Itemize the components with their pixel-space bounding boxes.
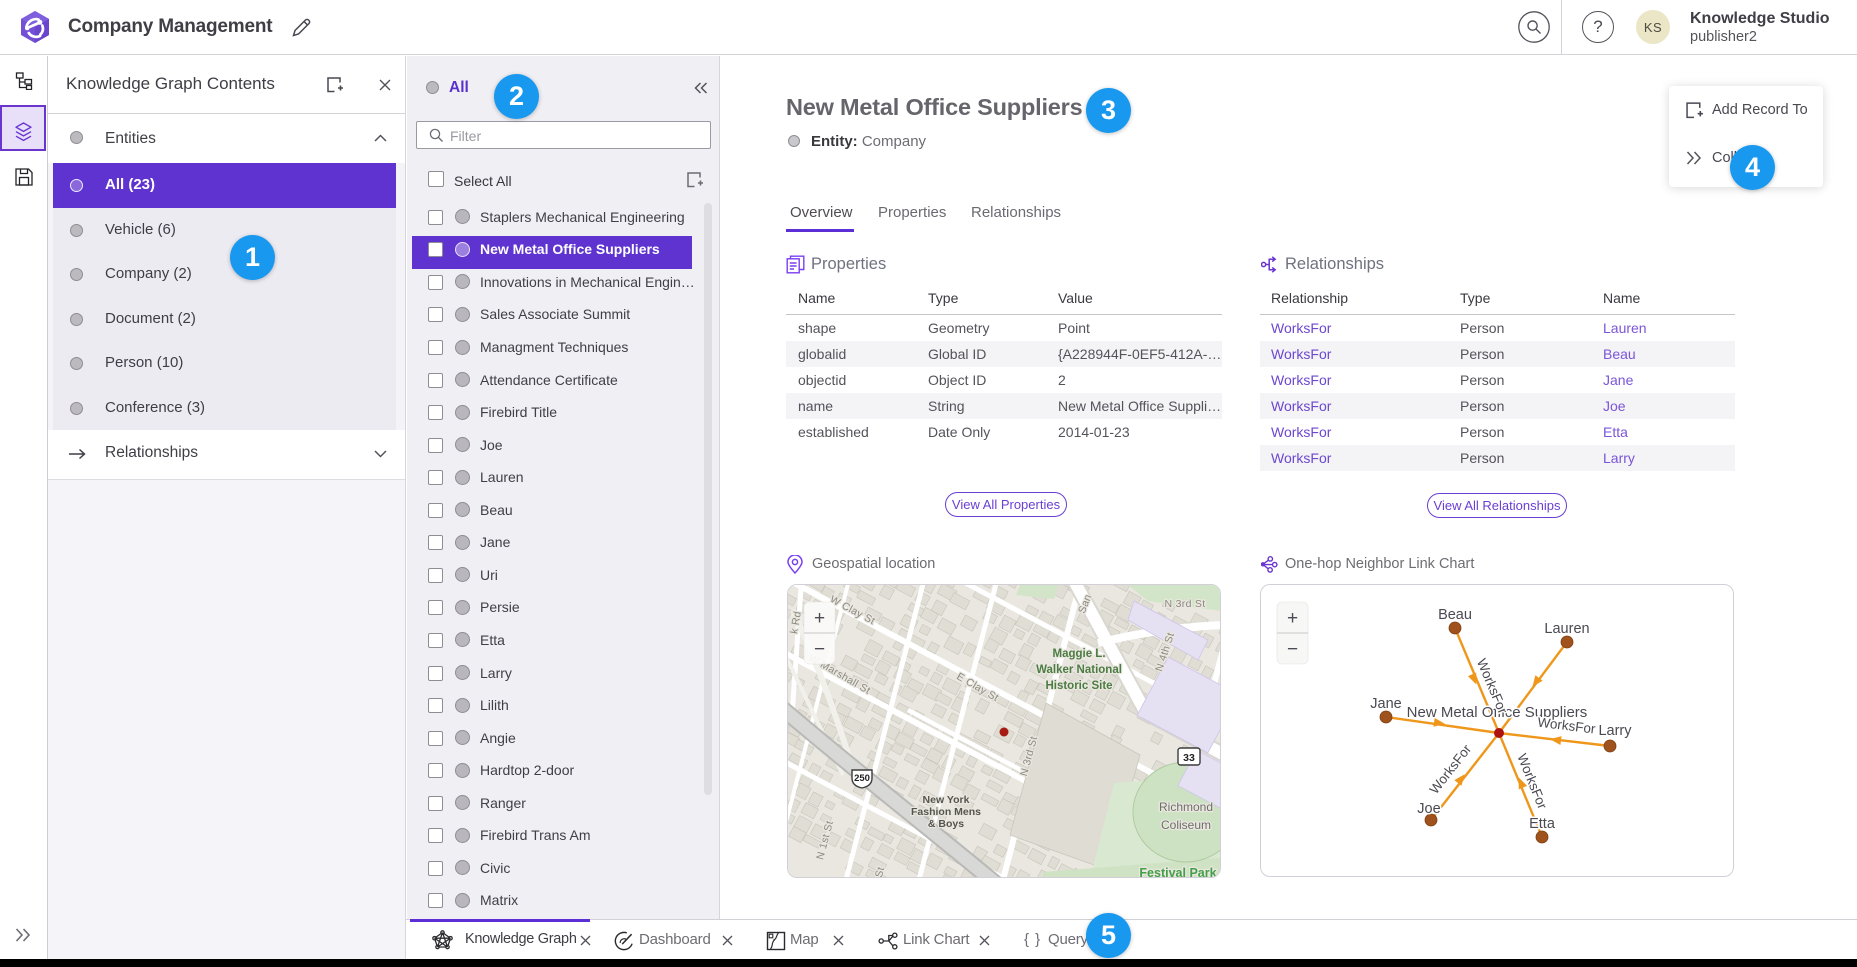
svg-text:Jane: Jane xyxy=(1370,696,1401,712)
svg-text:Historic Site: Historic Site xyxy=(1045,680,1112,692)
svg-text:WorksFor: WorksFor xyxy=(1427,741,1475,797)
svg-text:Fashion Mens: Fashion Mens xyxy=(911,806,981,818)
svg-text:Walker National: Walker National xyxy=(1036,664,1122,676)
svg-text:Joe: Joe xyxy=(1417,801,1440,817)
svg-text:N 3rd St: N 3rd St xyxy=(1165,598,1206,610)
svg-text:+: + xyxy=(814,608,825,629)
svg-text:Etta: Etta xyxy=(1529,816,1556,832)
svg-text:WorksFor: WorksFor xyxy=(1537,715,1597,737)
svg-text:Richmond: Richmond xyxy=(1159,800,1213,814)
svg-text:Lauren: Lauren xyxy=(1544,621,1589,637)
svg-text:33: 33 xyxy=(1183,752,1195,764)
svg-text:Beau: Beau xyxy=(1438,607,1472,623)
svg-text:+: + xyxy=(1287,608,1298,629)
svg-text:−: − xyxy=(1287,639,1298,660)
svg-text:Maggie L.: Maggie L. xyxy=(1052,648,1105,660)
svg-text:−: − xyxy=(814,639,825,660)
svg-text:& Boys: & Boys xyxy=(928,818,964,830)
svg-text:250: 250 xyxy=(854,773,870,784)
svg-text:Festival Park: Festival Park xyxy=(1139,866,1216,878)
svg-text:Larry: Larry xyxy=(1598,723,1632,739)
svg-text:Coliseum: Coliseum xyxy=(1161,818,1211,832)
svg-text:New York: New York xyxy=(923,794,970,806)
